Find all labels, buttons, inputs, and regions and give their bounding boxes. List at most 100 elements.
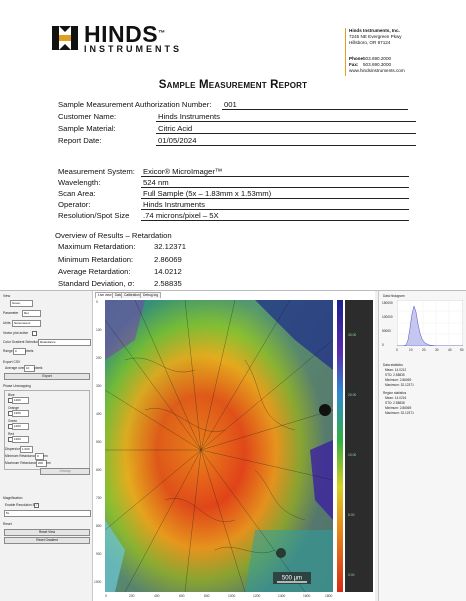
sample-material-label: Sample Material: <box>58 124 116 133</box>
y-tick: 300 <box>96 384 102 388</box>
dispersion-input[interactable]: 1.000 <box>20 446 33 453</box>
customer-name-label: Customer Name: <box>58 112 117 121</box>
measurement-system-label: Measurement System: <box>58 167 135 176</box>
x-tick: 600 <box>179 594 185 598</box>
x-tick: 1800 <box>325 594 333 598</box>
colorbar-tick: 10.00 <box>348 453 357 457</box>
phone-number: 503.690.2000 <box>363 56 392 61</box>
parameter-select[interactable]: Ret <box>22 310 41 317</box>
export-csv-heading: Export CSV <box>3 360 21 364</box>
colorbar-tick: 20.00 <box>348 393 357 397</box>
color-bar-frame <box>345 300 373 592</box>
data-stat-std: STD: 2.58835 <box>385 373 405 377</box>
x-tick: 1400 <box>278 594 286 598</box>
y-tick: 1000 <box>94 580 102 584</box>
hist-x-tick: 50 <box>460 348 464 352</box>
operator-value: Hinds Instruments <box>141 200 409 210</box>
website-link[interactable]: www.hindsinstruments.com <box>349 68 405 74</box>
view-select[interactable]: Green <box>10 300 33 307</box>
red-input[interactable]: 1200 <box>12 436 29 443</box>
parameter-label: Parameter <box>3 311 19 315</box>
region-stat-std: STD: 2.58838 <box>385 401 405 405</box>
company-address: Hinds Instruments, Inc. 7245 NE Evergree… <box>345 28 463 76</box>
std-deviation-value: 2.58835 <box>154 279 182 288</box>
max-retardance-unit: nm <box>46 461 51 465</box>
scan-area-value: Full Sample (5x – 1.83mm x 1.53mm) <box>141 189 409 199</box>
range-label: Range <box>3 349 13 353</box>
logo-wordmark: HINDS™ <box>84 21 166 47</box>
histogram-plot <box>397 300 463 346</box>
reset-gradient-button[interactable]: Reset Gradient <box>4 537 90 544</box>
y-tick: 200 <box>96 356 102 360</box>
customer-name-value: Hinds Instruments <box>156 112 416 122</box>
min-retardance-label: Minimum Retardance <box>5 454 37 458</box>
average-unit: pixels <box>34 366 43 370</box>
overview-heading: Overview of Results – Retardation <box>55 231 172 240</box>
x-tick: 0 <box>105 594 107 598</box>
color-gradient-select[interactable]: Retardance <box>38 339 91 346</box>
hist-y-tick: 100000 <box>382 315 393 319</box>
data-stat-mean: Mean: 14.0212 <box>385 368 407 372</box>
color-bar <box>337 300 343 592</box>
city-address: Hillsboro, OR 97124 <box>349 40 391 46</box>
data-statistics-title: Data statistics <box>383 363 403 367</box>
wavelength-value: 524 nm <box>141 178 409 188</box>
dispersion-label: Dispersion <box>5 447 21 451</box>
min-retardance-unit: nm <box>43 454 48 458</box>
scale-bar-label: 500 µm <box>282 576 302 582</box>
unwrap-button[interactable]: Unwrap <box>40 468 90 475</box>
letterhead-divider <box>345 28 346 76</box>
authorization-number-label: Sample Measurement Authorization Number: <box>58 100 212 109</box>
logo-subtitle: INSTRUMENTS <box>84 44 182 54</box>
export-button[interactable]: Export <box>4 373 90 380</box>
x-tick: 200 <box>129 594 135 598</box>
average-label: Average over <box>5 366 25 370</box>
y-tick: 600 <box>96 468 102 472</box>
y-tick: 100 <box>96 328 102 332</box>
measurement-system-value: Exicor® MicroImager™ <box>141 167 409 177</box>
control-panel: View Green Parameter Ret Units Nanometer… <box>0 291 93 601</box>
fax-number: 503.690.3000 <box>363 62 392 68</box>
view-label: View <box>3 294 11 298</box>
x-tick: 1200 <box>253 594 261 598</box>
hist-y-tick: 0 <box>382 343 384 347</box>
avg-retardation-label: Average Retardation: <box>58 267 131 276</box>
hist-x-tick: 30 <box>435 348 439 352</box>
blue-input[interactable]: 1200 <box>12 397 29 404</box>
y-tick: 500 <box>96 440 102 444</box>
magnification-select[interactable]: 5x <box>4 510 91 517</box>
units-label: Units <box>3 321 11 325</box>
min-retardation-value: 2.86069 <box>154 255 182 264</box>
avg-retardation-value: 14.0212 <box>154 267 182 276</box>
color-gradient-label: Color Gradient Selection <box>3 340 39 344</box>
green-input[interactable]: 1200 <box>12 423 29 430</box>
y-tick: 700 <box>96 496 102 500</box>
max-retardance-label: Maximum Retardance <box>5 461 38 465</box>
x-tick: 1000 <box>228 594 236 598</box>
y-tick: 900 <box>96 552 102 556</box>
image-viewer: Live view Data Calibration Debug log 0 1… <box>93 291 375 601</box>
tab-debug-log[interactable]: Debug log <box>140 292 162 298</box>
x-tick: 400 <box>154 594 160 598</box>
orange-input[interactable]: 1200 <box>12 410 29 417</box>
resolution-bar-checkbox[interactable]: ✓ <box>34 503 39 508</box>
range-unit: pixels <box>25 349 34 353</box>
hist-y-tick: 150000 <box>382 301 393 305</box>
std-deviation-label: Standard Deviation, σ: <box>58 279 135 288</box>
software-screenshot: View Green Parameter Ret Units Nanometer… <box>0 290 466 601</box>
colorbar-tick: 0.00 <box>348 573 355 577</box>
data-stat-min: Minimum: 2.86069 <box>385 378 412 382</box>
hist-x-tick: 40 <box>448 348 452 352</box>
resolution-bar-label: Enable Resolution Bar <box>5 503 38 507</box>
region-stat-min: Minimum: 2.86069 <box>385 406 412 410</box>
vector-plot-checkbox[interactable] <box>32 331 37 336</box>
report-date-value: 01/05/2024 <box>156 136 416 146</box>
reset-view-button[interactable]: Reset View <box>4 529 90 536</box>
units-select[interactable]: Nanometers <box>12 320 41 327</box>
scan-area-label: Scan Area: <box>58 189 96 198</box>
retardance-map[interactable]: 500 µm <box>105 300 333 592</box>
y-tick: 0 <box>96 300 98 304</box>
reset-heading: Reset <box>3 522 12 526</box>
y-tick: 400 <box>96 412 102 416</box>
x-tick: 800 <box>204 594 210 598</box>
